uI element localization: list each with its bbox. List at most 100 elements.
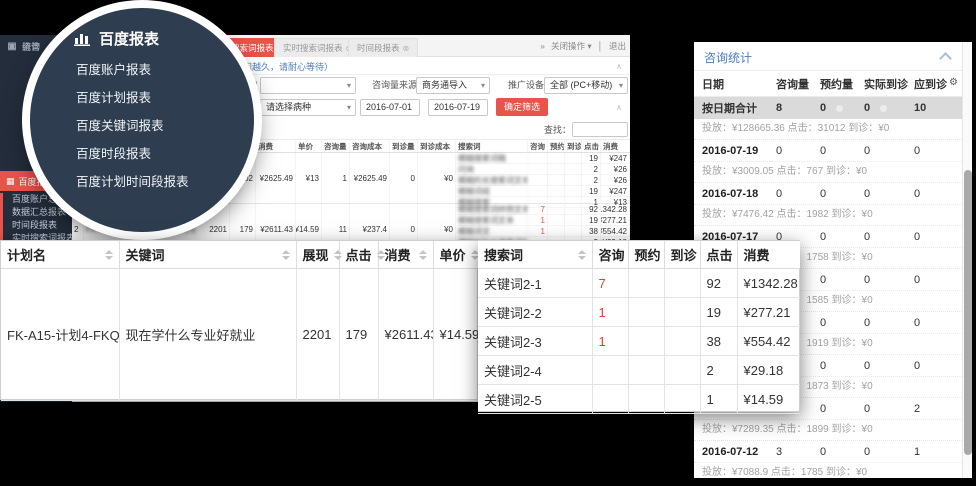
sort-icon[interactable] xyxy=(419,250,427,260)
col-impressions[interactable]: 展现 xyxy=(296,241,339,269)
search-word-cell: 关键词2-3 xyxy=(478,327,592,356)
clicks-cell: 1 xyxy=(700,385,737,414)
chevron-up-icon[interactable]: ∧ xyxy=(616,62,622,71)
confirm-filter-button[interactable]: 确定筛选 xyxy=(496,98,548,116)
search-word-row: 模糊搜索词样例文本792¥1342.28 xyxy=(456,204,630,215)
expected-cell: 0 xyxy=(914,274,956,286)
summary-row[interactable]: 按日期合计 8 0 0 10 xyxy=(694,97,962,119)
stats-detail-line: 投放：¥3009.05 点击：767 到诊：¥0 xyxy=(694,162,962,183)
consult-cell xyxy=(528,186,548,196)
disease-select[interactable]: 请选择病种▾ xyxy=(260,99,356,116)
cost-cell: ¥2611.43 xyxy=(378,269,433,401)
consult-source-select[interactable]: 商务通导入▾ xyxy=(416,77,490,94)
table-row[interactable]: 关键词2-2 1 19 ¥277.21 xyxy=(478,298,800,327)
expected-cell: 0 xyxy=(914,317,956,329)
stats-date-row[interactable]: 2016-07-19 0 0 0 0 xyxy=(694,140,962,162)
exit-button[interactable]: 退出 xyxy=(609,40,626,52)
sort-icon[interactable] xyxy=(105,250,113,260)
chevron-up-icon[interactable]: ∧ xyxy=(616,103,622,112)
panel-scrollbar[interactable] xyxy=(962,42,972,478)
col-clicks[interactable]: 点击 xyxy=(339,241,378,269)
search-word-subrows: 模糊搜索词稿19¥247问询2¥26模糊的长搜索词文本2¥26模糊词组19¥24… xyxy=(456,153,630,203)
visit-cell xyxy=(565,226,582,236)
date-to-input[interactable]: 2016-07-19 xyxy=(428,99,488,116)
col-price[interactable]: 单价 xyxy=(433,241,479,269)
visit-cell xyxy=(565,175,582,185)
sort-icon[interactable] xyxy=(578,250,586,260)
cost-cell: ¥26 xyxy=(601,175,630,185)
bubble-menu-item[interactable]: 百度时段报表 xyxy=(76,140,189,168)
stats-date-row[interactable]: 2016-07-18 0 0 0 0 xyxy=(694,183,962,205)
bar-chart-icon xyxy=(74,31,91,46)
close-tab-icon[interactable]: ⊗ xyxy=(403,44,410,53)
sort-icon[interactable] xyxy=(377,250,385,260)
reserve-cell xyxy=(548,215,565,225)
consult-cell xyxy=(592,356,628,385)
col-consult[interactable]: 咨询 xyxy=(592,241,628,269)
reserve-cell xyxy=(548,226,565,236)
date-from-input[interactable]: 2016-07-01 xyxy=(360,99,420,116)
sort-icon[interactable] xyxy=(282,250,290,260)
search-input[interactable] xyxy=(572,122,628,137)
cost-cell: ¥2625.49 xyxy=(256,153,296,203)
collapse-tabs-icon[interactable]: » xyxy=(540,41,545,51)
sidebar-subitem[interactable]: 时间段报表 xyxy=(0,219,72,232)
search-word-row: 模糊词组19¥247 xyxy=(456,186,630,197)
cost-cell: ¥1342.28 xyxy=(601,204,630,214)
col-cost[interactable]: 消费 xyxy=(378,241,433,269)
reserve-cell xyxy=(628,269,664,298)
cost-cell: ¥277.21 xyxy=(737,298,800,327)
scrollbar-thumb[interactable] xyxy=(964,170,972,455)
bubble-menu-item[interactable]: 百度计划时间段报表 xyxy=(76,168,189,196)
reserve-cell: 0 xyxy=(820,231,864,243)
reserve-cell xyxy=(548,175,565,185)
col-keyword[interactable]: 关键词 xyxy=(119,241,296,269)
col-reserve-volume: 预约量 xyxy=(820,76,864,92)
bubble-menu-item[interactable]: 百度账户报表 xyxy=(76,56,189,84)
close-operations-button[interactable]: 关闭操作 ▾ xyxy=(551,40,592,52)
consult-cell xyxy=(528,153,548,163)
stats-detail-line: 投放：¥7088.9 点击：1785 到诊：¥0 xyxy=(694,463,962,478)
actual-cell: 0 xyxy=(864,188,914,200)
search-word-row: 模糊搜索词文本119¥277.21 xyxy=(456,215,630,226)
clicks-cell: 179 xyxy=(339,269,378,401)
bubble-menu-item[interactable]: 百度关键词报表 xyxy=(76,112,189,140)
gear-icon[interactable]: ⚙ xyxy=(949,77,958,88)
bubble-menu-item[interactable]: 百度计划报表 xyxy=(76,84,189,112)
table-row[interactable]: 关键词2-3 1 38 ¥554.42 xyxy=(478,327,800,356)
visits-cell: 0 xyxy=(390,153,418,203)
account-select[interactable]: ▾ xyxy=(260,77,356,94)
stats-detail-line: 投放：¥7476.42 点击：1982 到诊：¥0 xyxy=(694,205,962,226)
click-cell: 19 xyxy=(582,186,601,196)
consult-cell: 7 xyxy=(528,204,548,214)
col-reserve[interactable]: 预约 xyxy=(628,241,664,269)
col-cost[interactable]: 消费 xyxy=(737,241,800,269)
table-row[interactable]: 关键词2-4 2 ¥29.18 xyxy=(478,356,800,385)
reserve-cell xyxy=(628,327,664,356)
reserve-cell xyxy=(548,164,565,174)
word-cell: 模糊搜索词稿 xyxy=(456,153,528,163)
sidebar-subitem[interactable]: 数据汇总报表 xyxy=(0,206,72,219)
col-plan-name[interactable]: 计划名 xyxy=(1,241,119,269)
device-select[interactable]: 全部 (PC+移动)▾ xyxy=(544,77,628,94)
caret-down-icon: ▾ xyxy=(347,100,351,115)
table-row[interactable]: FK-A15-计划4-FKQT 现在学什么专业好就业 2201 179 ¥261… xyxy=(1,269,479,401)
expected-cell: 0 xyxy=(914,188,956,200)
consult-source-label: 咨询量来源 xyxy=(372,77,417,94)
consult_cost-cell: ¥2625.49 xyxy=(350,153,390,203)
zoom-table-searchwords: 搜索词 咨询 预约 到诊 点击 消费 关键词2-1 7 92 ¥1342.28 … xyxy=(478,240,800,412)
tab-timerange-report[interactable]: 时间段报表⊗ xyxy=(348,38,418,57)
col-visit[interactable]: 到诊 xyxy=(664,241,700,269)
table-row[interactable]: 关键词2-1 7 92 ¥1342.28 xyxy=(478,269,800,298)
reserve-cell: 0 xyxy=(820,145,864,157)
column-header: 咨询 xyxy=(528,140,548,152)
col-clicks[interactable]: 点击 xyxy=(700,241,737,269)
search-word-cell: 关键词2-4 xyxy=(478,356,592,385)
chevron-up-icon[interactable] xyxy=(939,52,952,65)
table-row[interactable]: 关键词2-5 1 ¥14.59 xyxy=(478,385,800,414)
column-header: 消费 xyxy=(601,140,630,152)
device-filter-label: 推广设备 xyxy=(508,77,544,94)
sort-icon[interactable] xyxy=(334,250,342,260)
stats-date-row[interactable]: 2016-07-12 3 0 0 1 xyxy=(694,441,962,463)
col-search-word[interactable]: 搜索词 xyxy=(478,241,592,269)
